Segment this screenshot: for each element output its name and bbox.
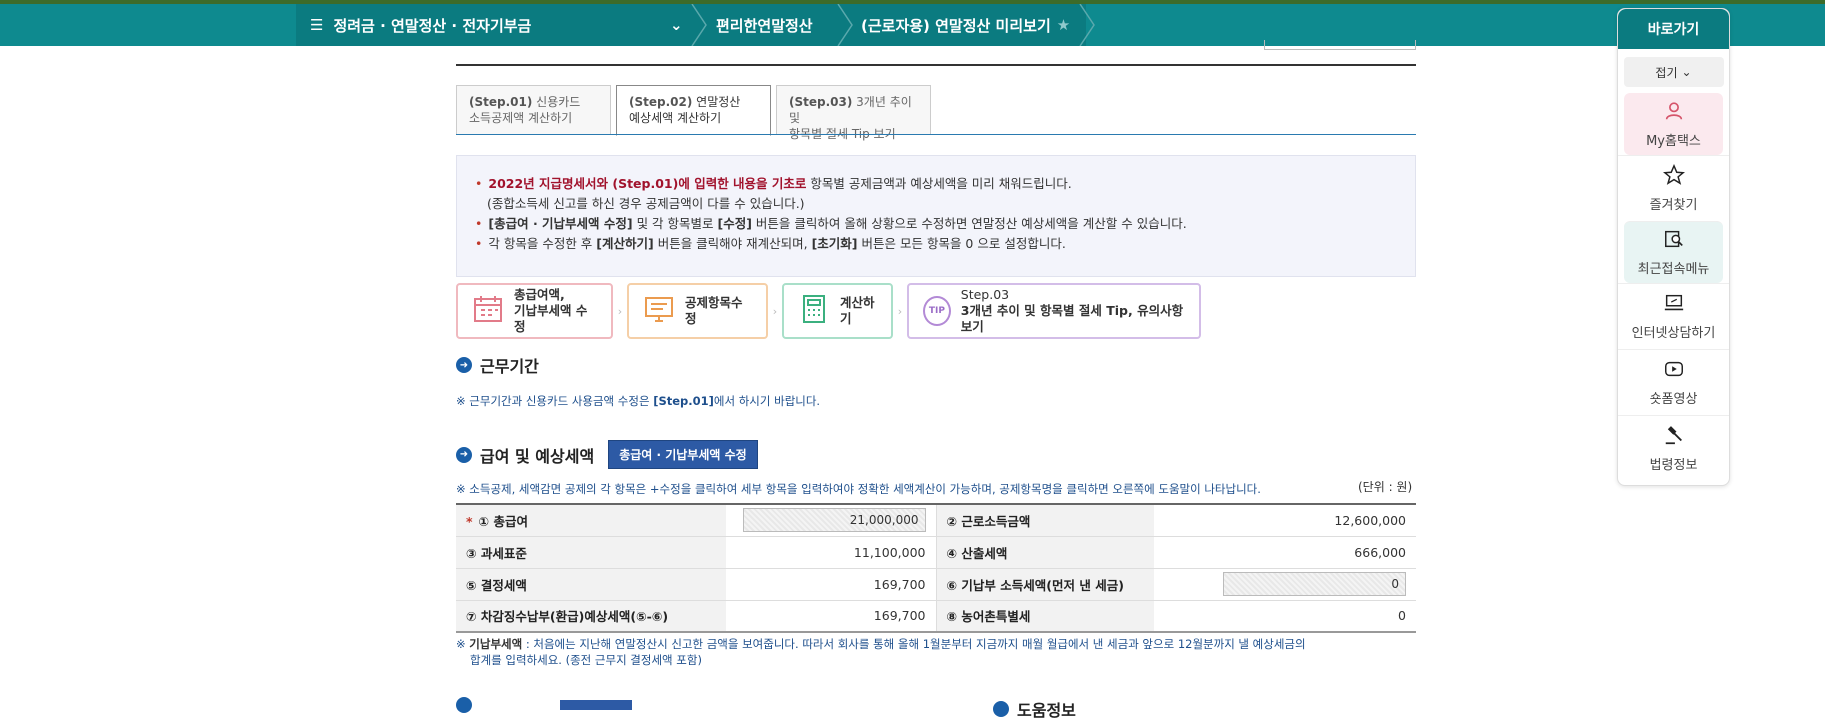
section-pay-tax: ➜ 급여 및 예상세액 총급여 · 기납부세액 수정 <box>456 440 758 469</box>
quick-online-consult[interactable]: 인터넷상담하기 <box>1618 283 1729 349</box>
info-line-1: • 2022년 지급명세서와 (Step.01)에 입력한 내용을 기초로 항목별… <box>475 176 1072 191</box>
tab-step-02[interactable]: (Step.02) 연말정산 예상세액 계산하기 <box>616 85 771 136</box>
prepaid-tax-cell: 0 <box>1154 568 1416 601</box>
hamburger-icon: ☰ <box>310 16 324 34</box>
work-period-note: ※ 근무기간과 신용카드 사용금액 수정은 [Step.01]에서 하시기 바랍… <box>456 394 821 408</box>
arrow-bullet-icon <box>456 697 472 713</box>
arrow-bullet-icon: ➜ <box>456 357 472 373</box>
calendar-icon <box>472 293 504 329</box>
rural-tax-label: ⑧ 농어촌특별세 <box>936 600 1154 633</box>
quick-menu-title: 바로가기 <box>1618 9 1729 49</box>
step03-tip-button[interactable]: TIP Step.03 3개년 추이 및 항목별 절세 Tip, 유의사항보기 <box>907 283 1201 339</box>
gross-salary-input[interactable]: 21,000,000 <box>742 508 926 533</box>
step-arrow-icon: › <box>772 304 778 318</box>
edit-salary-step-button[interactable]: 총급여액, 기납부세액 수정 <box>456 283 613 339</box>
determined-tax-value: 169,700 <box>726 568 937 601</box>
quick-short-video[interactable]: 숏폼영상 <box>1618 349 1729 415</box>
expected-tax-value: 169,700 <box>726 600 937 633</box>
quick-recent-menu[interactable]: 최근접속메뉴 <box>1624 221 1723 283</box>
expected-tax-label: ⑦ 차감징수납부(환급)예상세액(⑤-⑥) <box>456 600 726 633</box>
prepaid-tax-label: ⑥ 기납부 소득세액(먼저 낸 세금) <box>936 568 1154 601</box>
tip-icon: TIP <box>923 296 951 326</box>
gross-salary-cell: 21,000,000 <box>726 503 937 537</box>
gross-salary-label: * ① 총급여 <box>456 503 726 537</box>
quick-law-info[interactable]: 법령정보 <box>1618 415 1729 481</box>
prepaid-tax-footnote: ※ 기납부세액 : 처음에는 지난해 연말정산시 신고한 금액을 보여줍니다. … <box>456 637 1306 667</box>
monitor-icon <box>643 293 675 329</box>
breadcrumb-separator-icon <box>690 3 710 47</box>
chevron-down-icon: ⌄ <box>1681 65 1692 79</box>
step-buttons: 총급여액, 기납부세액 수정 › 공제항목수정 › 계산하기 › TIP Step… <box>456 283 1201 339</box>
info-line-3: • 각 항목을 수정한 후 [계산하기] 버튼을 클릭해야 재계산되며, [초기화… <box>475 236 1066 251</box>
pay-table: * ① 총급여 21,000,000 ② 근로소득금액 12,600,000 ③ … <box>456 503 1416 633</box>
section-cut-left <box>456 697 632 713</box>
table-row: ⑦ 차감징수납부(환급)예상세액(⑤-⑥) 169,700 ⑧ 농어촌특별세 0 <box>456 600 1416 633</box>
calculator-icon <box>798 293 830 329</box>
arrow-bullet-icon: ➜ <box>456 446 472 463</box>
unit-label: (단위 : 원) <box>1358 480 1413 494</box>
info-line-1-sub: (종합소득세 신고를 하신 경우 공제금액이 다를 수 있습니다.) <box>487 196 805 211</box>
calculate-step-button[interactable]: 계산하기 <box>782 283 893 339</box>
step-arrow-icon: › <box>897 304 903 318</box>
table-row: ③ 과세표준 11,100,000 ④ 산출세액 666,000 <box>456 536 1416 569</box>
laptop-chat-icon <box>1663 292 1685 318</box>
earned-income-value: 12,600,000 <box>1154 503 1416 537</box>
recent-search-icon <box>1663 228 1685 254</box>
edit-salary-tax-button[interactable]: 총급여 · 기납부세액 수정 <box>608 440 758 469</box>
info-line-2: • [총급여 · 기납부세액 수정] 및 각 항목별로 [수정] 버튼을 클릭하여… <box>475 216 1187 231</box>
tab-step-01[interactable]: (Step.01) 신용카드 소득공제액 계산하기 <box>456 85 611 135</box>
cut-button[interactable] <box>560 700 632 710</box>
select-box-partial[interactable] <box>1264 40 1416 50</box>
chevron-down-icon: ⌄ <box>670 16 683 34</box>
nav-menu-dropdown[interactable]: ☰ 정려금 · 연말정산 · 전자기부금 ⌄ <box>310 4 683 46</box>
person-icon <box>1663 100 1685 126</box>
breadcrumb-item-year-end[interactable]: 편리한연말정산 <box>716 4 813 46</box>
edit-deduction-step-button[interactable]: 공제항목수정 <box>627 283 768 339</box>
computed-tax-value: 666,000 <box>1154 536 1416 569</box>
section-work-period: ➜ 근무기간 <box>456 353 539 377</box>
tab-step-03[interactable]: (Step.03) 3개년 추이 및 항목별 절세 Tip 보기 <box>776 85 931 141</box>
quick-menu: 바로가기 접기 ⌄ My홈택스 즐겨찾기 최근접속메뉴 인터넷상담하기 숏폼영상 … <box>1617 8 1730 486</box>
pay-note: ※ 소득공제, 세액감면 공제의 각 항목은 +수정을 클릭하여 세부 항목을 … <box>456 482 1261 496</box>
breadcrumb-current-page[interactable]: (근로자용) 연말정산 미리보기 ★ <box>861 4 1070 46</box>
step-arrow-icon: › <box>617 304 623 318</box>
favorite-star-icon[interactable]: ★ <box>1057 16 1070 34</box>
determined-tax-label: ⑤ 결정세액 <box>456 568 726 601</box>
step-tabs: (Step.01) 신용카드 소득공제액 계산하기 (Step.02) 연말정산… <box>456 85 936 141</box>
prepaid-tax-input[interactable]: 0 <box>1223 572 1406 596</box>
quick-menu-fold-button[interactable]: 접기 ⌄ <box>1623 57 1724 87</box>
breadcrumb-separator-icon <box>836 3 856 47</box>
computed-tax-label: ④ 산출세액 <box>936 536 1154 569</box>
table-row: * ① 총급여 21,000,000 ② 근로소득금액 12,600,000 <box>456 503 1416 537</box>
title-divider <box>456 64 1416 66</box>
gavel-icon <box>1663 424 1685 450</box>
breadcrumb-separator-icon <box>1078 3 1098 47</box>
table-row: ⑤ 결정세액 169,700 ⑥ 기납부 소득세액(먼저 낸 세금) 0 <box>456 568 1416 601</box>
tax-base-label: ③ 과세표준 <box>456 536 726 569</box>
play-icon <box>1663 358 1685 384</box>
tax-base-value: 11,100,000 <box>726 536 937 569</box>
rural-tax-value: 0 <box>1154 600 1416 633</box>
quick-favorites[interactable]: 즐겨찾기 <box>1618 155 1729 221</box>
earned-income-label: ② 근로소득금액 <box>936 503 1154 537</box>
section-help: 도움정보 <box>993 697 1076 721</box>
tab-underline <box>456 134 1416 135</box>
arrow-bullet-icon <box>993 701 1009 717</box>
star-icon <box>1662 163 1685 190</box>
info-box: • 2022년 지급명세서와 (Step.01)에 입력한 내용을 기초로 항목별… <box>456 155 1416 277</box>
quick-my-hometax[interactable]: My홈택스 <box>1624 93 1723 155</box>
